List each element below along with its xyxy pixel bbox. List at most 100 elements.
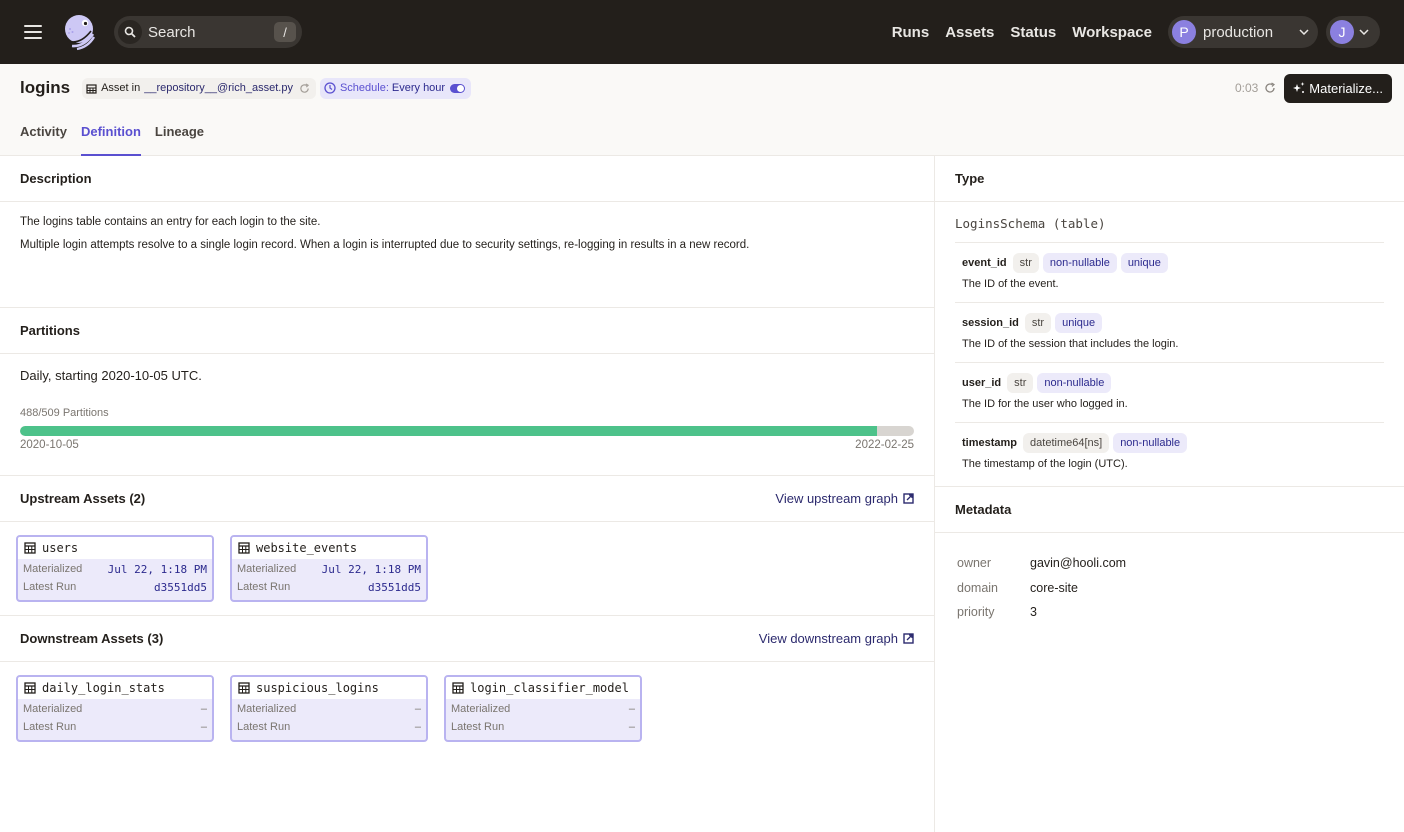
partitions-start-date: 2020-10-05	[20, 439, 79, 451]
sparkle-icon	[1293, 82, 1305, 93]
upstream-assets-list: users Materialized Jul 22, 1:18 PM Latest…	[0, 522, 934, 616]
partitions-progress-bar[interactable]	[20, 426, 914, 436]
description-header: Description	[0, 156, 934, 202]
asset-name: daily_login_stats	[42, 681, 165, 695]
asset-name: users	[42, 541, 79, 555]
external-link-icon	[903, 633, 914, 644]
search-input[interactable]: Search /	[114, 16, 302, 48]
partitions-description: Daily, starting 2020-10-05 UTC.	[20, 368, 202, 383]
tab-lineage[interactable]: Lineage	[155, 116, 204, 156]
type-body: LoginsSchema (table) event_id str non-null…	[935, 202, 1404, 487]
partitions-count: 488/509 Partitions	[20, 407, 109, 419]
schedule-value: Every hour	[391, 82, 446, 94]
chevron-down-icon	[1294, 29, 1314, 35]
asset-card[interactable]: suspicious_logins Materialized – Latest R…	[230, 675, 428, 742]
view-downstream-graph-link[interactable]: View downstream graph	[759, 631, 914, 646]
view-upstream-graph-label: View upstream graph	[775, 491, 898, 506]
metadata-key: priority	[957, 605, 995, 620]
page-header: logins Asset in __repository__@rich_asse…	[0, 64, 1404, 156]
nav-workspace[interactable]: Workspace	[1072, 24, 1152, 41]
user-menu[interactable]: J	[1326, 16, 1380, 48]
table-icon	[238, 542, 250, 554]
metadata-body: owner gavin@hooli.com domain core-site pri…	[935, 533, 1404, 643]
materialized-value[interactable]: Jul 22, 1:18 PM	[108, 563, 207, 576]
latest-run-value: –	[628, 721, 635, 733]
table-icon	[24, 542, 36, 554]
asset-name: login_classifier_model	[470, 681, 629, 695]
asset-card[interactable]: users Materialized Jul 22, 1:18 PM Latest…	[16, 535, 214, 602]
column-description: The ID of the event.	[962, 278, 1059, 290]
tab-definition[interactable]: Definition	[80, 116, 141, 156]
latest-run-value[interactable]: d3551dd5	[154, 581, 207, 594]
page-title: logins	[20, 78, 71, 97]
partitions-header: Partitions	[0, 308, 934, 354]
description-title: Description	[20, 171, 92, 186]
latest-run-value: –	[200, 721, 207, 733]
materialized-label: Materialized	[451, 703, 511, 715]
schema-column-row: user_id str non-nullable The ID for the use…	[955, 363, 1384, 423]
materialized-label: Materialized	[23, 563, 83, 575]
upstream-header: Upstream Assets (2) View upstream graph	[0, 476, 934, 522]
schedule-toggle[interactable]	[450, 83, 466, 93]
materialized-label: Materialized	[237, 563, 297, 575]
latest-run-label: Latest Run	[237, 581, 291, 593]
left-panel: Description The logins table contains an…	[0, 156, 935, 832]
refresh-icon[interactable]	[1264, 82, 1276, 94]
partitions-title: Partitions	[20, 323, 80, 338]
downstream-title: Downstream Assets (3)	[20, 631, 164, 646]
upstream-title: Upstream Assets (2)	[20, 491, 146, 506]
description-paragraph: Multiple login attempts resolve to a sin…	[20, 239, 750, 251]
deployment-switcher[interactable]: P production	[1168, 16, 1318, 48]
reload-icon[interactable]	[299, 82, 310, 94]
schedule-tag[interactable]: Schedule: Every hour	[319, 77, 472, 99]
materialized-value[interactable]: Jul 22, 1:18 PM	[322, 563, 421, 576]
materialize-label: Materialize...	[1309, 80, 1383, 96]
table-icon	[24, 682, 36, 694]
asset-name: website_events	[256, 541, 358, 555]
metadata-header: Metadata	[935, 487, 1404, 533]
deployment-avatar: P	[1172, 20, 1196, 44]
asset-in-label: Asset in	[101, 82, 141, 94]
column-constraint-chip: unique	[1120, 253, 1168, 273]
view-upstream-graph-link[interactable]: View upstream graph	[775, 491, 914, 506]
column-type-chip: datetime64[ns]	[1023, 433, 1110, 453]
column-name: user_id	[962, 377, 1002, 389]
menu-icon[interactable]	[24, 25, 42, 39]
nav-runs[interactable]: Runs	[892, 24, 930, 41]
user-avatar: J	[1330, 20, 1354, 44]
latest-run-label: Latest Run	[23, 721, 77, 733]
column-description: The ID for the user who logged in.	[962, 398, 1128, 410]
nav-assets[interactable]: Assets	[945, 24, 994, 41]
asset-name: suspicious_logins	[256, 681, 379, 695]
column-type-chip: str	[1024, 313, 1052, 333]
repository-icon	[86, 83, 97, 94]
asset-card[interactable]: website_events Materialized Jul 22, 1:18 …	[230, 535, 428, 602]
repository-tag: Asset in __repository__@rich_asset.py	[82, 77, 316, 99]
dagster-logo[interactable]	[60, 13, 98, 51]
column-name: event_id	[962, 257, 1007, 269]
external-link-icon	[903, 493, 914, 504]
view-downstream-graph-label: View downstream graph	[758, 631, 898, 646]
deployment-name: production	[1203, 23, 1274, 41]
type-header: Type	[935, 156, 1404, 202]
materialized-value: –	[414, 703, 421, 715]
partitions-end-date: 2022-02-25	[855, 439, 914, 451]
partitions-progress-fill	[20, 426, 878, 436]
column-name: timestamp	[962, 437, 1018, 449]
materialized-label: Materialized	[237, 703, 297, 715]
latest-run-label: Latest Run	[237, 721, 291, 733]
nav-status[interactable]: Status	[1010, 24, 1056, 41]
asset-card[interactable]: daily_login_stats Materialized – Latest R…	[16, 675, 214, 742]
latest-run-value[interactable]: d3551dd5	[368, 581, 421, 594]
tab-activity[interactable]: Activity	[20, 116, 67, 156]
materialize-button[interactable]: Materialize...	[1284, 73, 1392, 103]
asset-card[interactable]: login_classifier_model Materialized – Lat…	[444, 675, 642, 742]
metadata-key: owner	[957, 556, 992, 571]
repository-link[interactable]: __repository__@rich_asset.py	[144, 82, 293, 94]
metadata-title: Metadata	[955, 502, 1012, 517]
metadata-key: domain	[957, 580, 998, 595]
schema-column-row: event_id str non-nullable unique The ID of t…	[955, 243, 1384, 303]
metadata-row: priority 3	[957, 600, 1382, 625]
schema-name: LoginsSchema (table)	[955, 216, 1384, 243]
schema-column-row: session_id str unique The ID of the session…	[955, 303, 1384, 363]
